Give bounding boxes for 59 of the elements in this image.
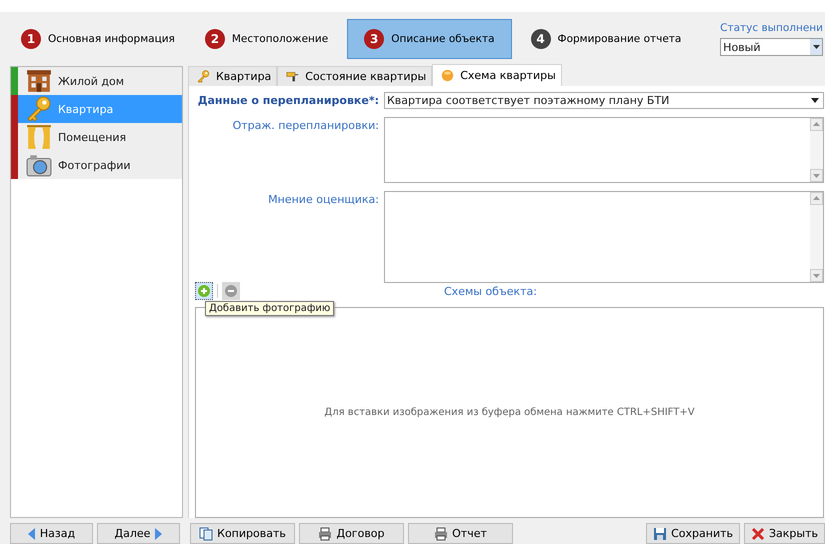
step-tab[interactable]: 3 Описание объекта — [347, 19, 512, 59]
printer-icon — [318, 526, 332, 540]
toolbar-button[interactable]: Сохранить — [646, 523, 740, 544]
step-label: Формирование отчета — [558, 33, 682, 45]
drill-icon — [286, 70, 300, 83]
field-label: Мнение оценщика: — [267, 192, 379, 208]
step-number: 3 — [364, 29, 384, 49]
step-tab[interactable]: 2 Местоположение — [194, 19, 340, 59]
status-dropdown[interactable]: Новый — [720, 38, 823, 56]
field-label: Данные о перепланировке*: — [196, 93, 379, 109]
minus-icon — [225, 285, 237, 297]
step-number: 2 — [204, 29, 225, 49]
tab[interactable]: Квартира — [188, 66, 278, 86]
right-arrow-icon — [154, 528, 162, 540]
step-label: Описание объекта — [391, 33, 495, 45]
printer-icon — [434, 526, 448, 540]
step-label: Местоположение — [232, 33, 328, 45]
text-area[interactable] — [384, 117, 824, 183]
add-button[interactable] — [195, 282, 213, 300]
scroll-down-icon[interactable] — [810, 169, 823, 182]
toolbar-button[interactable]: Закрыть — [744, 523, 825, 544]
caret-icon — [811, 98, 819, 103]
dropdown-field[interactable]: Квартира соответствует поэтажному плану БТИ — [384, 92, 824, 109]
key-icon — [26, 96, 52, 122]
ball-icon — [441, 69, 454, 82]
step-number: 4 — [530, 29, 551, 49]
field-label: Отраж. перепланировки: — [232, 118, 379, 134]
scrollbar[interactable] — [810, 118, 823, 182]
section-caption: Схемы объекта: — [444, 284, 537, 298]
curtain-icon — [26, 124, 52, 150]
step-label: Основная информация — [48, 33, 175, 45]
house-icon — [26, 68, 52, 94]
toolbar-button[interactable]: Назад — [10, 523, 93, 544]
sidebar-item[interactable]: Помещения — [11, 123, 182, 151]
scroll-down-icon[interactable] — [810, 269, 823, 282]
tab[interactable]: Состояние квартиры — [277, 66, 432, 86]
tab[interactable]: Схема квартиры — [432, 64, 562, 86]
step-tab[interactable]: 1 Основная информация — [10, 19, 186, 59]
plus-icon — [198, 285, 210, 297]
toolbar-button[interactable]: Отчет — [408, 523, 513, 544]
sidebar-item[interactable]: Жилой дом — [11, 67, 182, 95]
scroll-up-icon[interactable] — [810, 118, 823, 131]
scroll-up-icon[interactable] — [810, 192, 823, 205]
caret-icon — [812, 45, 820, 49]
toolbar-button[interactable]: Договор — [299, 523, 404, 544]
key-icon — [197, 70, 210, 83]
status-label: Статус выполнени — [720, 22, 823, 34]
text-area[interactable] — [384, 191, 824, 283]
copy-icon — [199, 526, 214, 540]
hint-text: Для вставки изображения из буфера обмена нажмите CTRL+SHIFT+V — [324, 407, 695, 418]
step-tab[interactable]: 4 Формирование отчета — [520, 19, 692, 59]
left-arrow-icon — [28, 528, 36, 540]
toolbar-button[interactable]: Копировать — [190, 523, 295, 544]
tooltip: Добавить фотографию — [205, 301, 334, 316]
scrollbar[interactable] — [810, 192, 823, 282]
step-number: 1 — [21, 29, 41, 49]
toolbar-button[interactable]: Далее — [97, 523, 180, 544]
sidebar-item[interactable]: Фотографии — [11, 151, 182, 179]
close-icon — [751, 526, 765, 540]
